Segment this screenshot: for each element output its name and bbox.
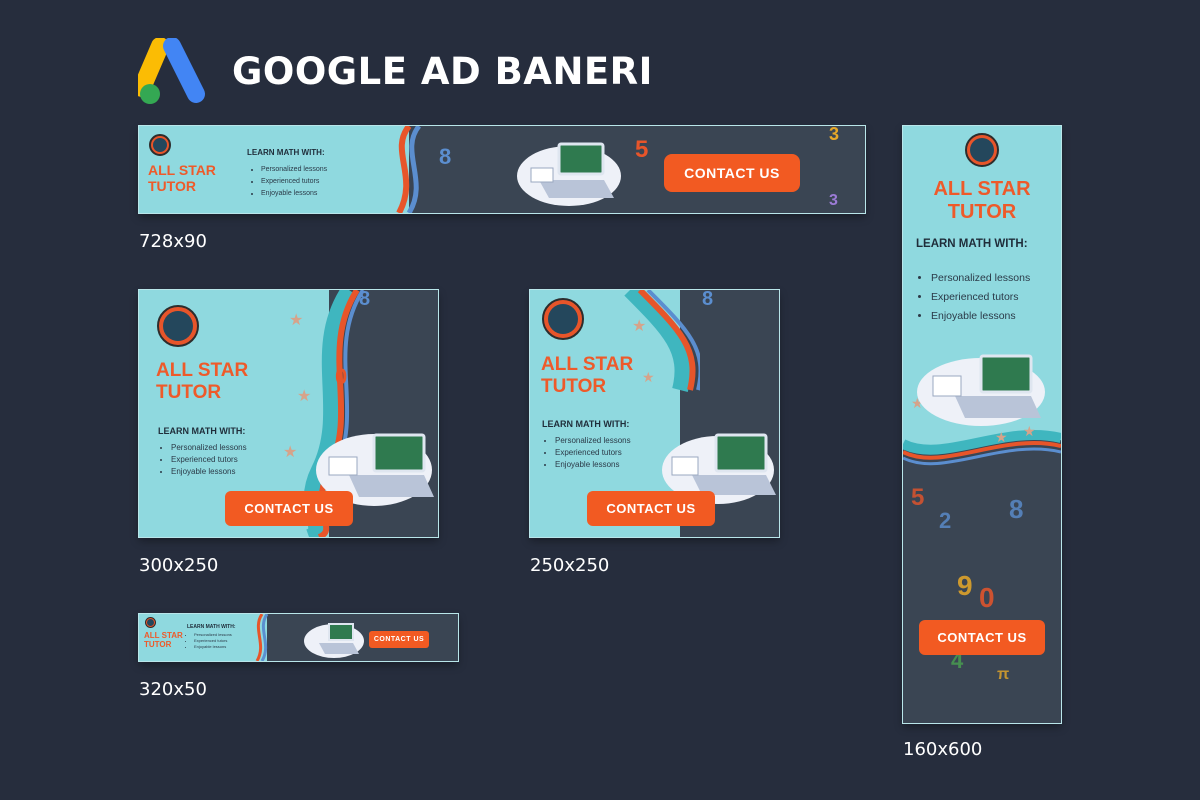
laptop-illustration-icon	[917, 354, 1045, 426]
digit-decoration: 0	[979, 582, 995, 613]
digit-decoration: 5	[635, 136, 649, 163]
brand-line-2: TUTOR	[148, 178, 196, 195]
size-label-320x50: 320x50	[139, 679, 207, 700]
page-title: GOOGLE AD BANERI	[232, 50, 653, 93]
star-decoration: ★	[283, 442, 298, 461]
brand-line-1: ALL STAR	[156, 360, 249, 381]
brand-name: ALL STAR TUTOR	[541, 354, 633, 398]
brand-name: ALL STAR TUTOR	[903, 178, 1061, 224]
contact-us-button[interactable]: CONTACT US	[369, 631, 429, 648]
digit-decoration: 8	[702, 290, 714, 310]
size-label-250x250: 250x250	[530, 555, 610, 576]
star-decoration: ★	[297, 386, 312, 405]
learn-heading: LEARN MATH WITH:	[247, 148, 325, 157]
logo-emblem	[542, 298, 584, 340]
logo-emblem	[157, 305, 199, 347]
learn-heading: LEARN MATH WITH:	[158, 426, 246, 436]
brand-line-2: TUTOR	[947, 201, 1017, 223]
list-item: Experienced tutors	[555, 447, 631, 459]
digit-decoration: 0	[335, 364, 348, 389]
benefit-list: Personalized lessons Experienced tutors …	[543, 435, 631, 471]
contact-us-button[interactable]: CONTACT US	[664, 154, 800, 192]
brand-line-1: ALL STAR	[144, 631, 183, 640]
digit-decoration: 8	[439, 144, 452, 169]
list-item: Personalized lessons	[171, 442, 247, 454]
digit-decoration: 3	[829, 126, 840, 144]
logo-emblem	[149, 134, 171, 156]
digit-decoration: 3	[829, 192, 838, 209]
google-ads-logo-icon	[138, 38, 205, 104]
digit-decoration: 9	[957, 570, 973, 601]
banner-728x90[interactable]: ALL STAR TUTOR LEARN MATH WITH: Personal…	[138, 125, 866, 214]
size-label-160x600: 160x600	[903, 739, 983, 760]
list-item: Enjoyable lessons	[171, 466, 247, 478]
star-decoration: ★	[642, 370, 655, 386]
list-item: Experienced tutors	[261, 176, 327, 188]
wave-decoration	[396, 126, 422, 213]
brand-line-1: ALL STAR	[933, 178, 1031, 200]
learn-heading: LEARN MATH WITH:	[916, 238, 1028, 250]
list-item: Enjoyable lessons	[194, 644, 232, 650]
digit-decoration: 8	[359, 290, 371, 310]
logo-emblem	[965, 133, 999, 167]
learn-heading: LEARN MATH WITH:	[542, 419, 630, 429]
list-item: Experienced tutors	[171, 454, 247, 466]
banner-320x50[interactable]: ALL STAR TUTOR LEARN MATH WITH: Personal…	[138, 613, 459, 662]
digit-decoration: 8	[1009, 494, 1024, 524]
brand-line-1: ALL STAR	[148, 162, 216, 178]
size-label-300x250: 300x250	[139, 555, 219, 576]
wave-decoration	[255, 614, 269, 661]
list-item: Experienced tutors	[931, 288, 1030, 307]
list-item: Personalized lessons	[555, 435, 631, 447]
star-decoration: ★	[995, 430, 1008, 446]
benefit-list: Personalized lessons Experienced tutors …	[919, 269, 1030, 326]
list-item: Enjoyable lessons	[931, 307, 1030, 326]
contact-us-button[interactable]: CONTACT US	[225, 491, 353, 526]
logo-emblem	[145, 617, 156, 628]
list-item: Personalized lessons	[261, 164, 327, 176]
brand-line-1: ALL STAR	[541, 354, 634, 375]
banner-250x250[interactable]: ★ ★ ALL STAR TUTOR LEARN MATH WITH: Pers…	[529, 289, 780, 538]
list-item: Enjoyable lessons	[261, 188, 327, 200]
list-item: Enjoyable lessons	[555, 459, 631, 471]
brand-name: ALL STAR TUTOR	[156, 360, 248, 404]
learn-heading: LEARN MATH WITH:	[187, 624, 236, 630]
laptop-illustration-icon	[304, 623, 364, 658]
star-decoration: ★	[289, 310, 304, 329]
size-label-728x90: 728x90	[139, 231, 207, 252]
brand-line-2: TUTOR	[144, 640, 172, 650]
digit-decoration: π	[997, 666, 1010, 683]
contact-us-button[interactable]: CONTACT US	[919, 620, 1045, 655]
list-item: Personalized lessons	[931, 269, 1030, 288]
digit-decoration: 5	[911, 484, 925, 511]
brand-line-2: TUTOR	[156, 381, 222, 403]
laptop-illustration-icon	[517, 142, 621, 206]
banner-300x250[interactable]: ★ ★ ★ ALL STAR TUTOR LEARN MATH WITH: Pe…	[138, 289, 439, 538]
contact-us-button[interactable]: CONTACT US	[587, 491, 715, 526]
benefit-list: Personalized lessons Experienced tutors …	[188, 632, 232, 650]
banner-160x600[interactable]: ★ ★ ★ ALL STAR TUTOR LEARN MATH WITH: Pe…	[902, 125, 1062, 724]
brand-name: ALL STAR TUTOR	[144, 631, 183, 649]
brand-name: ALL STAR TUTOR	[148, 162, 216, 194]
star-decoration: ★	[632, 316, 647, 335]
benefit-list: Personalized lessons Experienced tutors …	[249, 164, 327, 200]
benefit-list: Personalized lessons Experienced tutors …	[159, 442, 247, 478]
brand-line-2: TUTOR	[541, 375, 607, 397]
digit-decoration: 2	[939, 508, 952, 533]
